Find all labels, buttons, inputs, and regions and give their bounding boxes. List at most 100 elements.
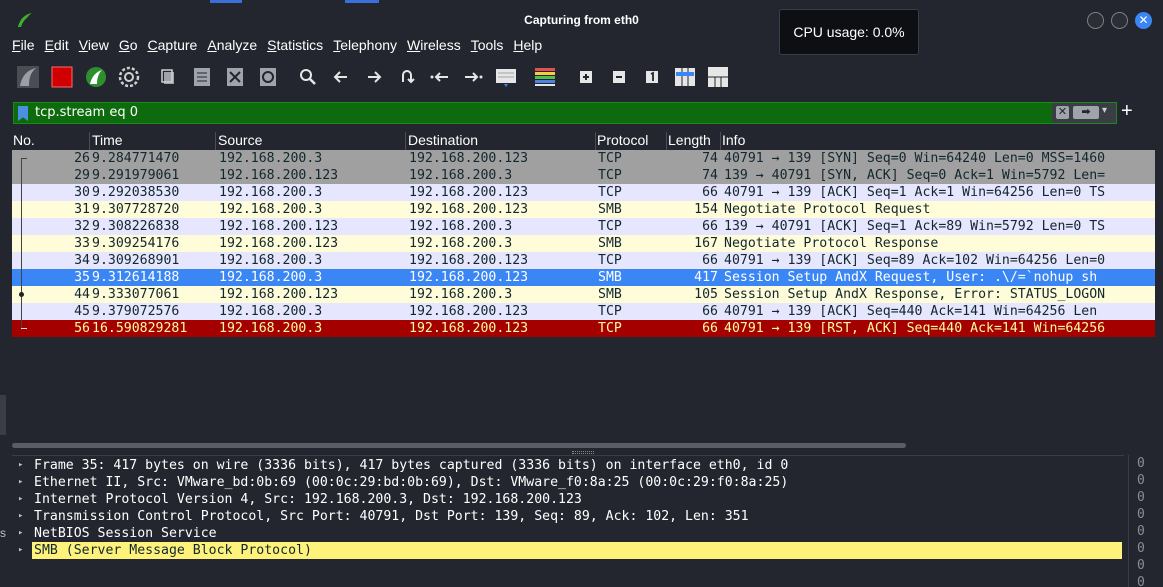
packet-cell-len: 66: [702, 304, 718, 319]
menu-go[interactable]: Go: [119, 37, 138, 57]
conversation-tree-start: [21, 158, 27, 159]
packet-row[interactable]: 45 9.379072576 192.168.200.3 192.168.200.12…: [12, 303, 1155, 320]
menu-analyze[interactable]: Analyze: [207, 37, 257, 57]
packet-row[interactable]: 26 9.284771470 192.168.200.3 192.168.200.12…: [12, 150, 1155, 167]
menu-file[interactable]: File: [12, 37, 35, 57]
open-file-icon[interactable]: [155, 63, 183, 91]
conversation-tree-line: [21, 158, 22, 328]
packet-cell-proto: SMB: [598, 270, 622, 285]
autoscroll-icon[interactable]: [492, 63, 520, 91]
packet-row[interactable]: 34 9.309268901 192.168.200.3 192.168.200.12…: [12, 252, 1155, 269]
left-edge-scroll: [0, 395, 6, 435]
menu-tools[interactable]: Tools: [471, 37, 504, 57]
save-file-icon[interactable]: [188, 63, 216, 91]
menu-view[interactable]: View: [79, 37, 109, 57]
pane-splitter-handle[interactable]: [572, 451, 594, 454]
maximize-button[interactable]: [1111, 12, 1128, 29]
packet-row[interactable]: 29 9.291979061 192.168.200.123 192.168.200.…: [12, 167, 1155, 184]
packet-row[interactable]: 35 9.312614188 192.168.200.3 192.168.200.12…: [12, 269, 1155, 286]
find-packet-icon[interactable]: [294, 63, 322, 91]
packet-row[interactable]: 30 9.292038530 192.168.200.3 192.168.200.12…: [12, 184, 1155, 201]
expand-arrow-icon[interactable]: ▸: [18, 474, 23, 491]
packet-row[interactable]: 56 16.590829281 192.168.200.3 192.168.200.1…: [12, 320, 1155, 337]
packet-cell-src: 192.168.200.3: [219, 185, 323, 200]
menu-bar: File Edit View Go Capture Analyze Statis…: [12, 37, 552, 57]
packet-cell-dst: 192.168.200.123: [409, 304, 529, 319]
packet-cell-dst: 192.168.200.123: [409, 185, 529, 200]
zoom-out-icon[interactable]: [605, 63, 633, 91]
display-filter-bar[interactable]: tcp.stream eq 0 ✕ ➡ ▾: [13, 102, 1117, 124]
menu-capture[interactable]: Capture: [148, 37, 198, 57]
detail-row-smb[interactable]: ▸ SMB (Server Message Block Protocol): [12, 542, 1124, 559]
apply-filter-icon[interactable]: ➡: [1073, 106, 1099, 119]
packet-cell-proto: SMB: [598, 236, 622, 251]
clear-filter-icon[interactable]: ✕: [1056, 106, 1069, 119]
start-capture-icon[interactable]: [14, 63, 42, 91]
packet-cell-time: 9.333077061: [92, 287, 180, 302]
menu-statistics[interactable]: Statistics: [267, 37, 323, 57]
expand-arrow-icon[interactable]: ▸: [18, 508, 23, 525]
packet-cell-proto: TCP: [598, 185, 622, 200]
column-header-source[interactable]: Source: [217, 132, 406, 150]
restart-capture-icon[interactable]: [82, 63, 110, 91]
expand-arrow-icon[interactable]: ▸: [18, 542, 23, 559]
menu-wireless[interactable]: Wireless: [407, 37, 461, 57]
detail-row-netbios[interactable]: ▸ NetBIOS Session Service: [12, 525, 1124, 542]
expand-arrow-icon[interactable]: ▸: [18, 525, 23, 542]
packet-row[interactable]: 44 9.333077061 192.168.200.123 192.168.200.…: [12, 286, 1155, 303]
packet-cell-src: 192.168.200.3: [219, 151, 323, 166]
expand-arrow-icon[interactable]: ▸: [18, 457, 23, 474]
column-header-time[interactable]: Time: [91, 132, 216, 150]
go-forward-icon[interactable]: [360, 63, 388, 91]
packet-cell-len: 105: [694, 287, 718, 302]
minimize-button[interactable]: [1087, 12, 1104, 29]
menu-help[interactable]: Help: [513, 37, 542, 57]
bookmark-icon[interactable]: [18, 106, 28, 121]
go-to-packet-icon[interactable]: [393, 63, 421, 91]
detail-row-ipv4[interactable]: ▸ Internet Protocol Version 4, Src: 192.1…: [12, 491, 1124, 508]
expand-arrow-icon[interactable]: ▸: [18, 491, 23, 508]
packet-cell-no: 33: [74, 236, 90, 251]
chevron-down-icon[interactable]: ▾: [1102, 105, 1107, 116]
last-packet-icon[interactable]: [459, 63, 487, 91]
column-header-protocol[interactable]: Protocol: [596, 132, 667, 150]
packet-bytes-icon[interactable]: [704, 63, 732, 91]
capture-options-icon[interactable]: [115, 63, 143, 91]
column-header-destination[interactable]: Destination: [407, 132, 596, 150]
detail-row-tcp[interactable]: ▸ Transmission Control Protocol, Src Port…: [12, 508, 1124, 525]
column-header-no[interactable]: No.: [12, 132, 90, 150]
detail-row-frame[interactable]: ▸ Frame 35: 417 bytes on wire (3336 bits)…: [12, 457, 1124, 474]
packet-cell-proto: SMB: [598, 202, 622, 217]
normal-size-icon[interactable]: [638, 63, 666, 91]
reload-file-icon[interactable]: [254, 63, 282, 91]
bytes-offset: 0: [1137, 558, 1145, 573]
resize-columns-icon[interactable]: [671, 63, 699, 91]
packet-row[interactable]: 32 9.308226838 192.168.200.123 192.168.200.…: [12, 218, 1155, 235]
detail-row-ethernet[interactable]: ▸ Ethernet II, Src: VMware_bd:0b:69 (00:0…: [12, 474, 1124, 491]
packet-cell-time: 9.308226838: [92, 219, 180, 234]
stop-capture-icon[interactable]: [48, 63, 76, 91]
packet-cell-time: 9.307728720: [92, 202, 180, 217]
window-title: Capturing from eth0: [524, 13, 639, 27]
display-filter-input[interactable]: tcp.stream eq 0: [35, 105, 138, 120]
menu-telephony[interactable]: Telephony: [333, 37, 397, 57]
first-packet-icon[interactable]: [426, 63, 454, 91]
packet-row[interactable]: 33 9.309254176 192.168.200.123 192.168.200.…: [12, 235, 1155, 252]
horizontal-scrollbar[interactable]: [12, 443, 906, 448]
packet-cell-info: 40791 → 139 [SYN] Seq=0 Win=64240 Len=0 …: [724, 151, 1106, 166]
menu-edit[interactable]: Edit: [45, 37, 69, 57]
close-file-icon[interactable]: [221, 63, 249, 91]
close-button[interactable]: ✕: [1135, 12, 1152, 29]
colorize-icon[interactable]: [531, 63, 559, 91]
packet-cell-len: 66: [702, 253, 718, 268]
add-filter-button-icon[interactable]: +: [1121, 101, 1133, 121]
go-back-icon[interactable]: [327, 63, 355, 91]
column-header-info[interactable]: Info: [721, 132, 1155, 150]
packet-cell-info: Session Setup AndX Response, Error: STAT…: [724, 287, 1106, 302]
packet-cell-time: 16.590829281: [92, 321, 188, 336]
packet-cell-info: 139 → 40791 [SYN, ACK] Seq=0 Ack=1 Win=5…: [724, 168, 1106, 183]
packet-list: 26 9.284771470 192.168.200.3 192.168.200.12…: [12, 150, 1155, 440]
packet-row[interactable]: 31 9.307728720 192.168.200.3 192.168.200.12…: [12, 201, 1155, 218]
column-header-length[interactable]: Length: [667, 132, 721, 150]
zoom-in-icon[interactable]: [572, 63, 600, 91]
